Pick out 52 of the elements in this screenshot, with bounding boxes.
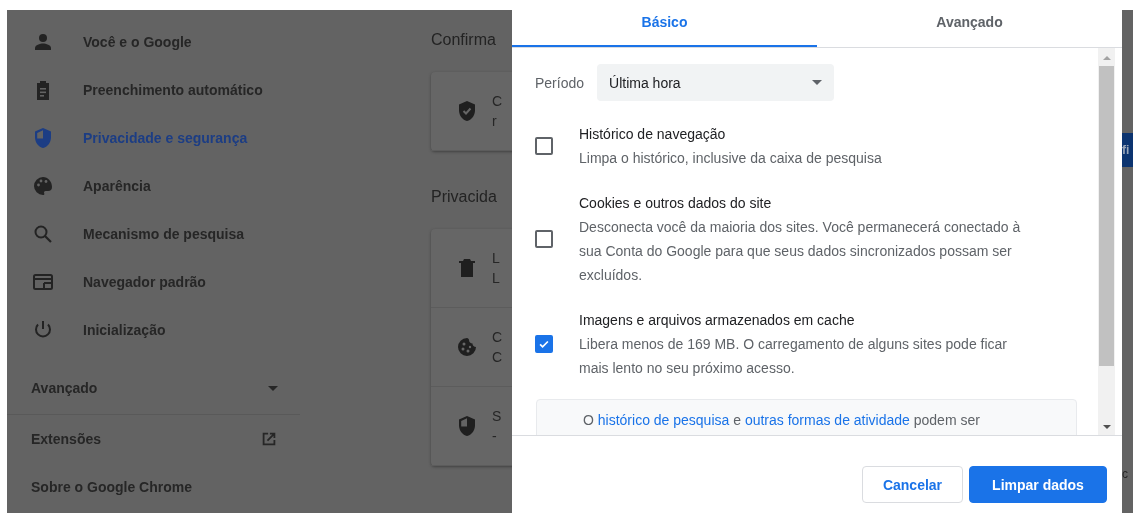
text-link[interactable]: histórico de pesquisa — [597, 412, 730, 428]
sidebar-item[interactable]: Você e o Google — [7, 18, 300, 66]
section-heading: Privacida — [431, 187, 498, 207]
row-subtitle: - — [492, 427, 498, 446]
text-link[interactable]: outras formas de atividade — [744, 412, 910, 428]
row-title: L — [492, 249, 500, 268]
option-description: Libera menos de 169 MB. O carregamento de alguns sites pode ficar mais lento no seu próximo acesso. — [579, 335, 1009, 378]
advanced-toggle[interactable]: Avançado — [31, 380, 98, 396]
cancel-button[interactable]: Cancelar — [862, 466, 963, 503]
external-link-icon — [260, 430, 278, 448]
cookie-icon — [457, 337, 477, 357]
option-title: Histórico de navegação — [579, 125, 727, 144]
browser-window-icon — [33, 272, 53, 292]
row-title: C — [492, 328, 503, 347]
search-icon — [33, 224, 53, 244]
checkbox[interactable] — [535, 335, 553, 353]
shield-icon — [457, 416, 477, 436]
sidebar-link[interactable]: Extensões — [31, 431, 102, 447]
section-heading: Confirma — [431, 30, 497, 50]
trash-icon — [457, 258, 477, 278]
option-description: Limpa o histórico, inclusive da caixa de pesquisa — [579, 149, 883, 168]
row-subtitle: r — [492, 112, 498, 131]
clear-data-button[interactable]: Limpar dados — [969, 466, 1107, 503]
row-title: S — [492, 407, 502, 426]
shield-icon — [33, 128, 53, 148]
palette-icon — [33, 176, 53, 196]
option-description: Desconecta você da maioria dos sites. Você permanecerá conectado à sua Conta do Google para que seus dados sincronizados possam ser excluídos. — [579, 218, 1022, 285]
confirm-button[interactable]: fi — [1122, 133, 1133, 167]
tab[interactable]: Avançado — [817, 0, 1122, 47]
row-subtitle: C — [492, 348, 503, 367]
row-title: C — [492, 92, 503, 111]
shield-check-icon — [457, 101, 477, 121]
period-label: Período — [535, 74, 585, 91]
sidebar-item[interactable]: Mecanismo de pesquisa — [7, 210, 300, 258]
option-title: Cookies e outros dados do site — [579, 194, 773, 213]
period-dropdown[interactable]: Última hora — [597, 64, 835, 101]
person-icon — [33, 32, 53, 52]
option-title: Imagens e arquivos armazenados em cache — [579, 311, 856, 330]
scrollbar[interactable] — [1098, 48, 1115, 435]
power-icon — [33, 320, 53, 340]
sidebar-link[interactable]: Sobre o Google Chrome — [31, 479, 192, 495]
sidebar-item[interactable]: Inicialização — [7, 306, 300, 354]
checkbox[interactable] — [535, 230, 553, 248]
checkbox[interactable] — [535, 137, 553, 155]
partial-text: c — [1122, 467, 1129, 481]
sidebar-item[interactable]: Navegador padrão — [7, 258, 300, 306]
row-subtitle: L — [492, 269, 500, 288]
sidebar-item[interactable]: Preenchimento automático — [7, 66, 300, 114]
sidebar-item[interactable]: Aparência — [7, 162, 300, 210]
tab[interactable]: Básico — [512, 0, 817, 47]
sidebar-item[interactable]: Privacidade e segurança — [7, 114, 300, 162]
info-text: O histórico de pesquisa e outras formas de atividade podem ser — [582, 411, 981, 430]
